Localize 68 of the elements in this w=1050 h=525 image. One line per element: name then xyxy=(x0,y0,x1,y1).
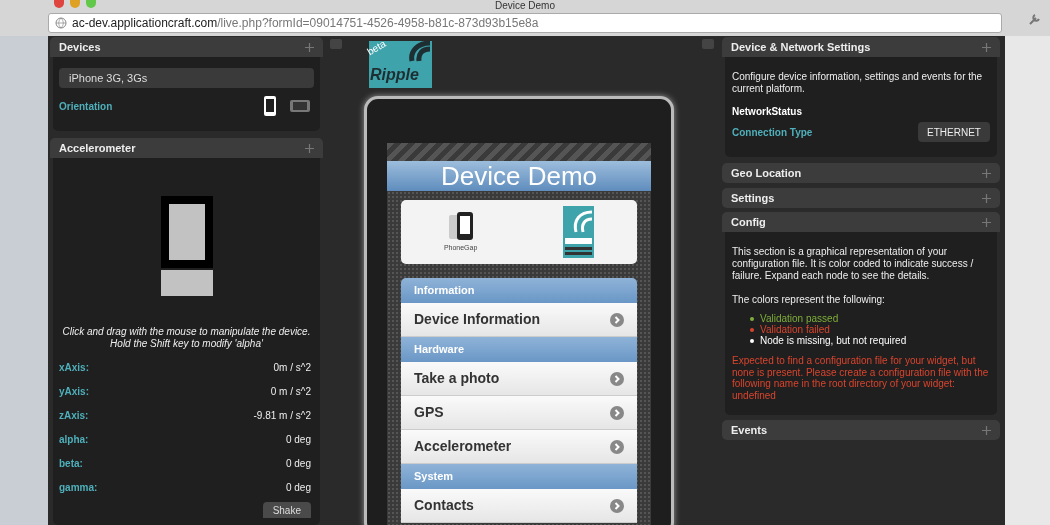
panel-header[interactable]: Events xyxy=(722,420,1000,440)
chevron-icon xyxy=(610,312,624,327)
menu-item[interactable]: Device Information xyxy=(401,303,637,337)
reading-label: zAxis: xyxy=(59,408,89,423)
panel-header[interactable]: Device & Network Settings xyxy=(722,37,1000,57)
landscape-phone-icon[interactable] xyxy=(289,99,311,113)
move-icon xyxy=(982,425,991,435)
error-message: Expected to find a configuration file for your widget, but none is present. Please create a configuration file with the following name in the root directory of your widget: undefined xyxy=(732,355,990,401)
panel-header[interactable]: Geo Location xyxy=(722,163,1000,183)
reading-value: 0 m / s^2 xyxy=(270,384,311,399)
move-icon xyxy=(982,217,991,227)
logo-text: Ripple xyxy=(370,65,419,85)
phone-icon xyxy=(446,210,475,243)
menu-item[interactable]: Accelerometer xyxy=(401,430,637,464)
legend-text: Validation passed xyxy=(760,313,839,324)
reading-label: yAxis: xyxy=(59,384,89,399)
window-title: Device Demo xyxy=(495,0,555,12)
chevron-icon xyxy=(610,498,624,513)
address-field[interactable]: ac-dev.applicationcraft.com/live.php?formId=09014751-4526-4958-b81c-873d93b15e8a xyxy=(48,13,1002,33)
collapse-left-button[interactable] xyxy=(330,39,342,49)
reading-value: 0m / s^2 xyxy=(273,360,311,375)
description-text: Configure device information, settings and events for the current platform. xyxy=(732,71,984,95)
connection-value[interactable]: ETHERNET xyxy=(918,122,990,142)
reading-value: 0 deg xyxy=(285,432,311,447)
move-icon xyxy=(305,42,314,52)
reading-value: -9.81 m / s^2 xyxy=(253,408,311,423)
chevron-icon xyxy=(610,405,624,420)
field-label: Connection Type xyxy=(732,125,813,140)
move-icon xyxy=(982,42,991,52)
reading-label: xAxis: xyxy=(59,360,89,375)
wave-icon xyxy=(408,41,432,64)
reading-label: beta: xyxy=(59,456,83,471)
app-title: Device Demo xyxy=(387,161,651,191)
portrait-phone-icon[interactable] xyxy=(263,95,277,117)
collapse-right-button[interactable] xyxy=(702,39,714,49)
menu-item[interactable]: GPS xyxy=(401,396,637,430)
move-icon xyxy=(982,168,991,178)
wrench-icon xyxy=(1028,12,1042,26)
legend-text: Node is missing, but not required xyxy=(760,335,907,346)
instruction-text: Click and drag with the mouse to manipulate the device. Hold the Shift key to modify 'alpha' xyxy=(61,326,312,350)
device-select[interactable]: iPhone 3G, 3Gs xyxy=(59,68,314,88)
panel-header[interactable]: Accelerometer xyxy=(50,138,323,158)
shake-button[interactable]: Shake xyxy=(262,502,311,518)
chevron-icon xyxy=(610,371,624,386)
reading-label: alpha: xyxy=(59,432,89,447)
menu-item[interactable]: Take a photo xyxy=(401,362,637,396)
panel-header[interactable]: Devices xyxy=(50,37,323,57)
globe-icon xyxy=(55,17,67,29)
move-icon xyxy=(305,143,314,153)
url-text: ac-dev.applicationcraft.com/live.php?formId=09014751-4526-4958-b81c-873d93b15e8a xyxy=(72,15,539,32)
reading-label: gamma: xyxy=(59,480,98,495)
subheading: NetworkStatus xyxy=(732,105,803,119)
panel-header[interactable]: Settings xyxy=(722,188,1000,208)
reading-value: 0 deg xyxy=(285,480,311,495)
section-header: Information xyxy=(401,278,637,303)
section-header: Hardware xyxy=(401,337,637,362)
orientation-label: Orientation xyxy=(59,99,113,114)
description-text: This section is a graphical representation of your configuration file. It is color coded to indicate success / failure. Expand each node to see the details. xyxy=(732,246,975,282)
chevron-icon xyxy=(610,439,624,454)
move-icon xyxy=(982,193,991,203)
section-header: System xyxy=(401,464,637,489)
reading-value: 0 deg xyxy=(285,456,311,471)
logo-icon xyxy=(563,206,595,258)
legend-text: Validation failed xyxy=(760,324,830,335)
menu-item[interactable]: Contacts xyxy=(401,489,637,523)
beta-label: beta xyxy=(365,38,388,58)
panel-header[interactable]: Config xyxy=(722,212,1000,232)
legend-intro: The colors represent the following: xyxy=(732,293,886,307)
